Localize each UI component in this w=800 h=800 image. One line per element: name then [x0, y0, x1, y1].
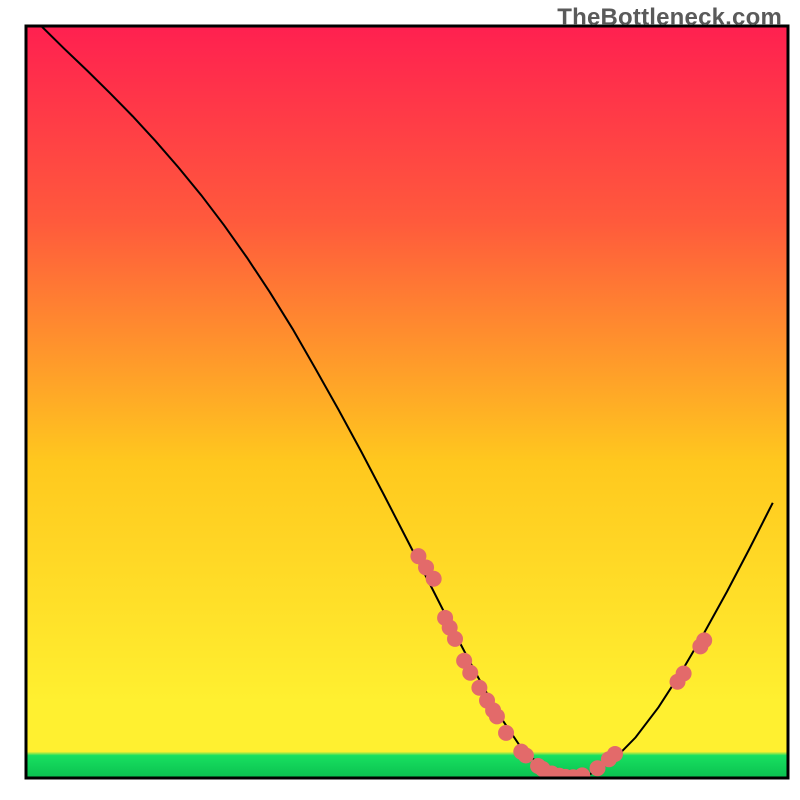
data-marker — [696, 632, 712, 648]
data-marker — [426, 571, 442, 587]
data-marker — [574, 767, 590, 783]
data-marker — [498, 725, 514, 741]
data-marker — [607, 746, 623, 762]
watermark-text: TheBottleneck.com — [557, 4, 782, 32]
data-marker — [462, 665, 478, 681]
data-marker — [447, 631, 463, 647]
chart-container: TheBottleneck.com — [0, 0, 800, 800]
data-marker — [518, 747, 534, 763]
gradient-background — [26, 26, 788, 778]
bottleneck-chart — [0, 0, 800, 800]
data-marker — [489, 708, 505, 724]
data-marker — [676, 665, 692, 681]
